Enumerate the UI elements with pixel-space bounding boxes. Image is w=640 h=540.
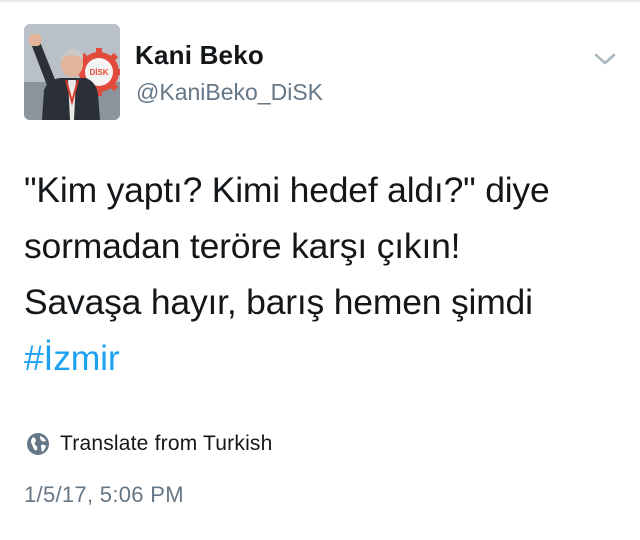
translate-button[interactable]: Translate from Turkish — [26, 430, 273, 458]
globe-icon — [26, 432, 50, 456]
tweet-line: Savaşa hayır, barış hemen şimdi — [24, 282, 533, 322]
tweet-line: sormadan teröre karşı çıkın! — [24, 226, 461, 266]
tweet-text: "Kim yaptı? Kimi hedef aldı?" diye sorma… — [24, 162, 624, 386]
display-name[interactable]: Kani Beko — [135, 40, 264, 71]
hashtag-link[interactable]: #İzmir — [24, 338, 120, 378]
translate-label: Translate from Turkish — [60, 432, 273, 455]
user-handle[interactable]: @KaniBeko_DiSK — [136, 79, 323, 106]
chevron-down-icon[interactable] — [592, 49, 618, 69]
avatar-badge-text: DİSK — [89, 68, 108, 77]
top-divider — [0, 0, 640, 2]
tweet-line: "Kim yaptı? Kimi hedef aldı?" diye — [24, 170, 550, 210]
tweet-timestamp[interactable]: 1/5/17, 5:06 PM — [24, 482, 184, 508]
avatar[interactable]: DİSK — [24, 24, 120, 120]
